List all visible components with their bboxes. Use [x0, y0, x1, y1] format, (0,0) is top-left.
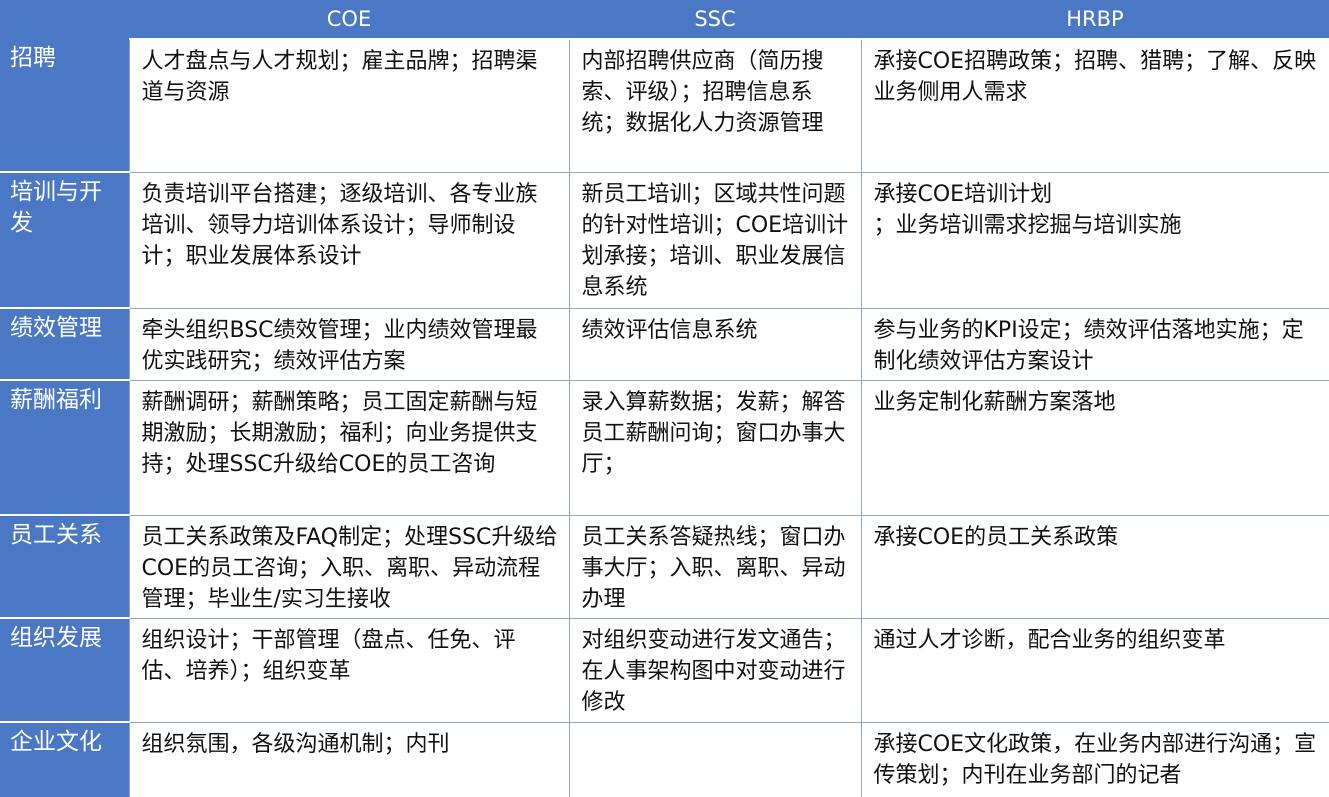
hr-responsibility-table: COE SSC HRBP 招聘 人才盘点与人才规划；雇主品牌；招聘渠道与资源 内…	[0, 0, 1329, 797]
coe-cell: 负责培训平台搭建；逐级培训、各专业族培训、领导力培训体系设计；导师制设计；职业发…	[128, 172, 569, 309]
hrbp-cell: 参与业务的KPI设定；绩效评估落地实施；定制化绩效评估方案设计	[860, 308, 1329, 381]
ssc-cell: 员工关系答疑热线；窗口办事大厅；入职、离职、异动办理	[568, 515, 861, 619]
coe-cell: 牵头组织BSC绩效管理；业内绩效管理最优实践研究；绩效评估方案	[128, 308, 569, 381]
ssc-cell: 录入算薪数据；发薪；解答员工薪酬问询；窗口办事大厅；	[568, 380, 861, 516]
coe-cell: 组织设计；干部管理（盘点、任免、评估、培养）；组织变革	[128, 618, 569, 723]
ssc-cell: 对组织变动进行发文通告；在人事架构图中对变动进行修改	[568, 618, 861, 723]
coe-cell: 组织氛围，各级沟通机制；内刊	[128, 722, 569, 797]
table-row: 员工关系 员工关系政策及FAQ制定；处理SSC升级给COE的员工咨询；入职、离职…	[0, 515, 1329, 619]
hrbp-cell: 承接COE文化政策，在业务内部进行沟通；宣传策划；内刊在业务部门的记者	[860, 722, 1329, 797]
ssc-cell: 内部招聘供应商（简历搜索、评级）；招聘信息系统；数据化人力资源管理	[568, 39, 861, 173]
coe-cell: 员工关系政策及FAQ制定；处理SSC升级给COE的员工咨询；入职、离职、异动流程…	[128, 515, 569, 619]
table-row: 企业文化 组织氛围，各级沟通机制；内刊 承接COE文化政策，在业务内部进行沟通；…	[0, 722, 1329, 797]
header-hrbp: HRBP	[861, 0, 1329, 40]
header-ssc: SSC	[569, 0, 861, 40]
table-row: 绩效管理 牵头组织BSC绩效管理；业内绩效管理最优实践研究；绩效评估方案 绩效评…	[0, 308, 1329, 381]
header-row: COE SSC HRBP	[0, 0, 1329, 40]
hrbp-cell: 承接COE的员工关系政策	[860, 515, 1329, 619]
hrbp-cell: 通过人才诊断，配合业务的组织变革	[860, 618, 1329, 723]
row-label: 组织发展	[0, 618, 129, 723]
header-corner-cell	[0, 0, 129, 39]
row-label: 绩效管理	[0, 308, 129, 381]
table-row: 培训与开发 负责培训平台搭建；逐级培训、各专业族培训、领导力培训体系设计；导师制…	[0, 172, 1329, 309]
table-row: 组织发展 组织设计；干部管理（盘点、任免、评估、培养）；组织变革 对组织变动进行…	[0, 618, 1329, 723]
row-label: 企业文化	[0, 722, 129, 797]
hrbp-cell: 业务定制化薪酬方案落地	[860, 380, 1329, 516]
table-row: 薪酬福利 薪酬调研；薪酬策略；员工固定薪酬与短期激励；长期激励；福利；向业务提供…	[0, 380, 1329, 516]
table-row: 招聘 人才盘点与人才规划；雇主品牌；招聘渠道与资源 内部招聘供应商（简历搜索、评…	[0, 39, 1329, 173]
row-label: 员工关系	[0, 515, 129, 619]
ssc-cell	[568, 722, 861, 797]
ssc-cell: 绩效评估信息系统	[568, 308, 861, 381]
row-label: 薪酬福利	[0, 380, 129, 516]
coe-cell: 薪酬调研；薪酬策略；员工固定薪酬与短期激励；长期激励；福利；向业务提供支持；处理…	[128, 380, 569, 516]
hrbp-cell: 承接COE招聘政策；招聘、猎聘；了解、反映业务侧用人需求	[860, 39, 1329, 173]
row-label: 培训与开发	[0, 172, 129, 309]
hrbp-cell: 承接COE培训计划 ；业务培训需求挖掘与培训实施	[860, 172, 1329, 309]
row-label: 招聘	[0, 39, 129, 173]
header-coe: COE	[129, 0, 569, 40]
ssc-cell: 新员工培训；区域共性问题的针对性培训；COE培训计划承接；培训、职业发展信息系统	[568, 172, 861, 309]
coe-cell: 人才盘点与人才规划；雇主品牌；招聘渠道与资源	[128, 39, 569, 173]
